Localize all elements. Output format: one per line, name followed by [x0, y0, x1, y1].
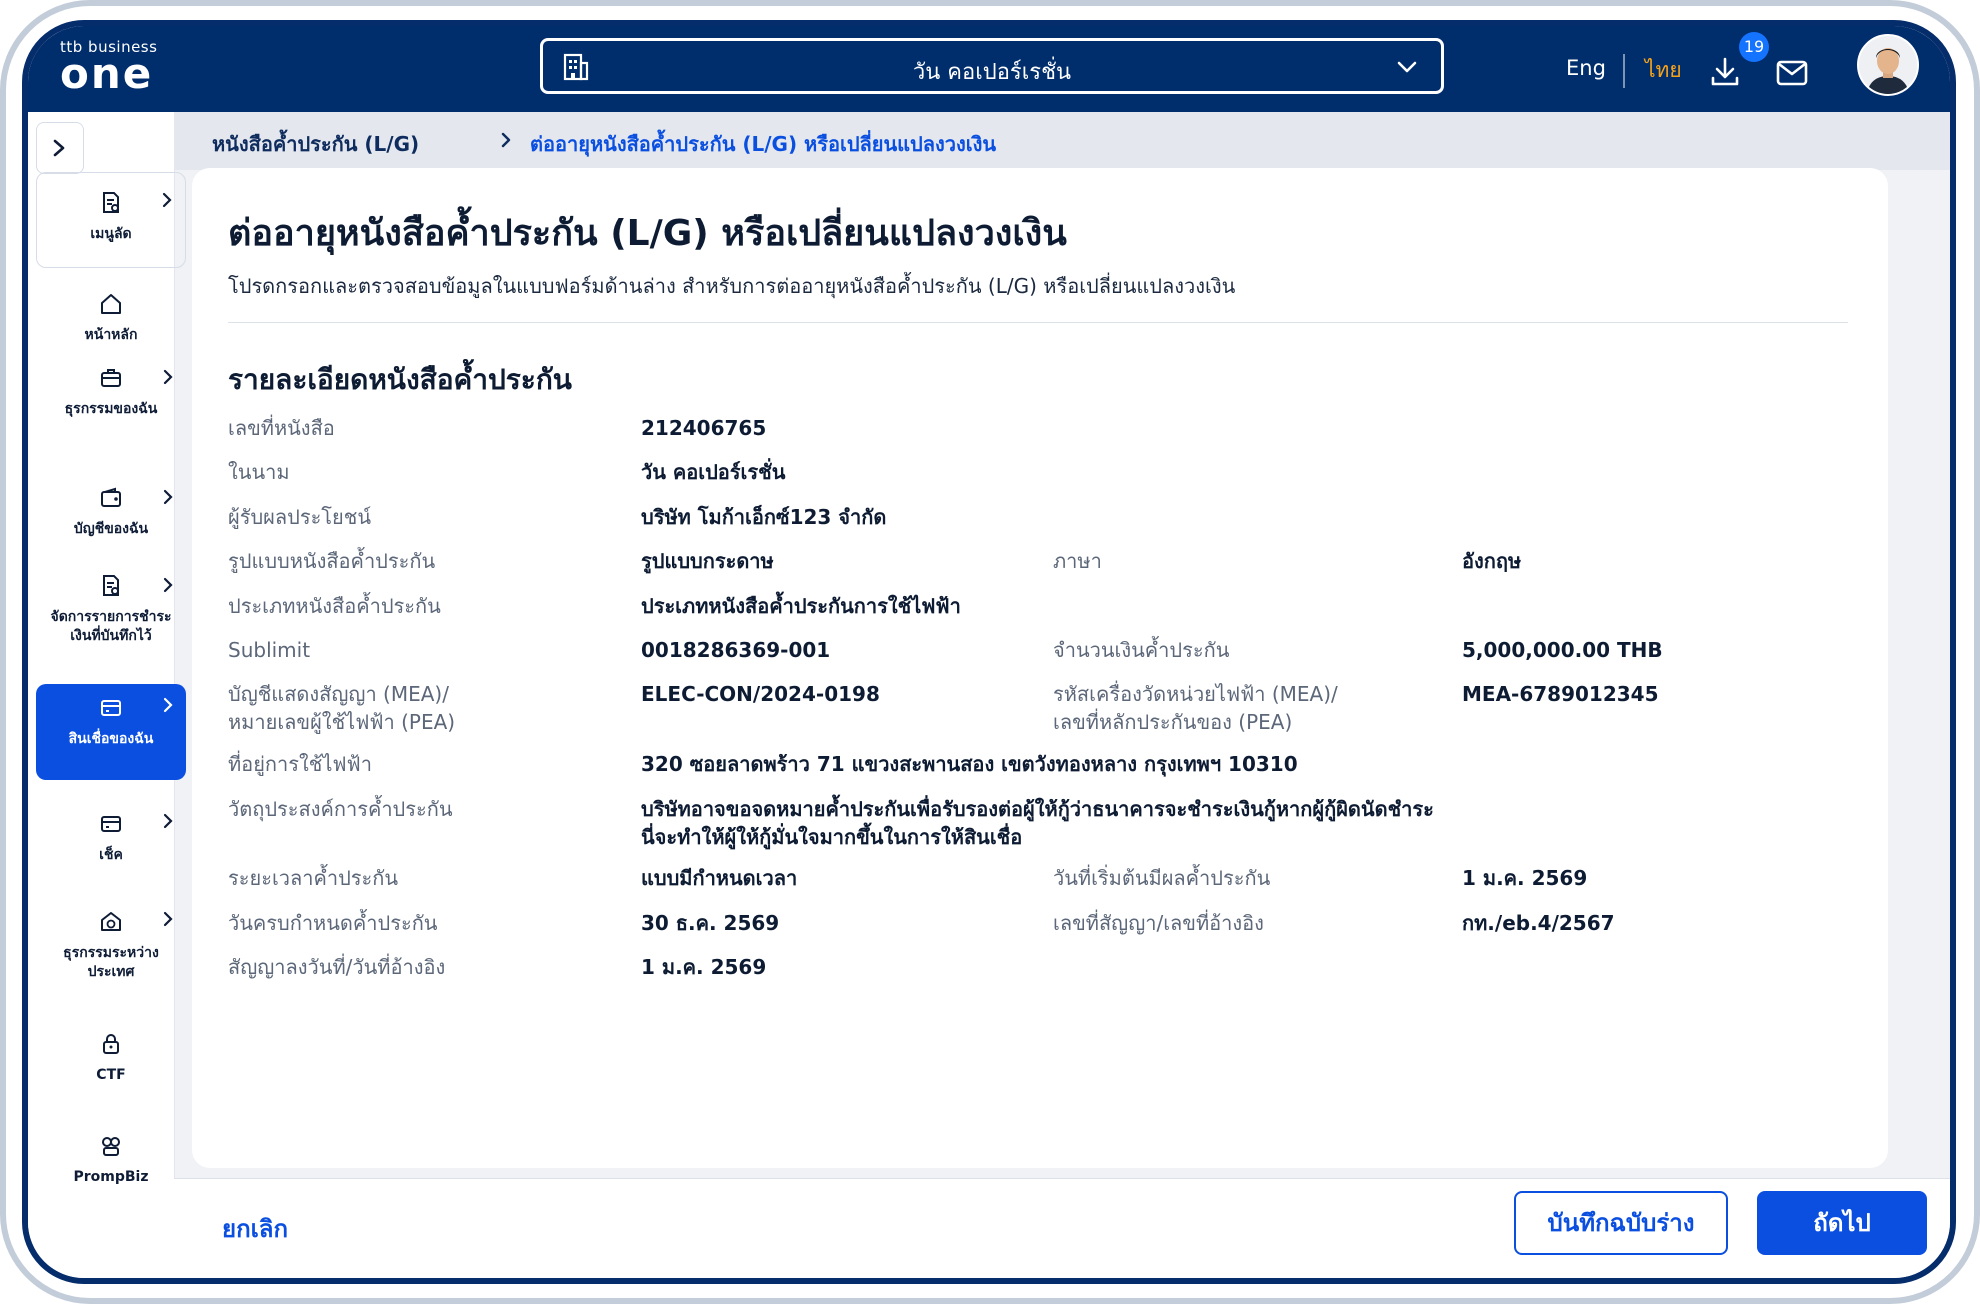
contract-account-label-line2: หมายเลขผู้ใช้ไฟฟ้า (PEA): [228, 710, 456, 734]
reference-label: เลขที่สัญญา/เลขที่อ้างอิง: [1053, 911, 1264, 935]
language-value: อังกฤษ: [1462, 549, 1522, 573]
logo[interactable]: ttb business one: [60, 38, 157, 98]
address-label: ที่อยู่การใช้ไฟฟ้า: [228, 752, 372, 776]
end-date-label: วันครบกำหนดค้ำประกัน: [228, 911, 438, 935]
sign-date-value: 1 ม.ค. 2569: [641, 955, 767, 979]
top-header: ttb business one วัน คอเปอร์เรชั่น Eng ไ…: [28, 26, 1950, 112]
section-title: รายละเอียดหนังสือค้ำประกัน: [228, 363, 572, 396]
contract-account-label-line1: บัญชีแสดงสัญญา (MEA)/: [228, 682, 449, 706]
sign-date-label: สัญญาลงวันที่/วันที่อ้างอิง: [228, 955, 446, 979]
download-count-badge: 19: [1739, 32, 1769, 62]
end-date-value: 30 ธ.ค. 2569: [641, 911, 780, 935]
sidebar: เมนูลัด หน้าหลัก ธุรกรรมของฉัน บัญชีของฉ…: [28, 112, 186, 1278]
sidebar-item-label: จัดการรายการชำระเงินที่บันทึกไว้: [50, 609, 172, 644]
on-behalf-label: ในนาม: [228, 460, 290, 484]
breadcrumb: หนังสือค้ำประกัน (L/G) ต่ออายุหนังสือค้ำ…: [174, 112, 1950, 170]
period-label: ระยะเวลาค้ำประกัน: [228, 866, 399, 890]
save-draft-button[interactable]: บันทึกฉบับร่าง: [1514, 1191, 1728, 1255]
purpose-value: บริษัทอาจขอจดหมายค้ำประกันเพื่อรับรองต่อ…: [641, 795, 1434, 851]
language-label: ภาษา: [1053, 549, 1102, 573]
type-value: ประเภทหนังสือค้ำประกันการใช้ไฟฟ้า: [641, 594, 961, 618]
meter-label-line2: เลขที่หลักประกันของ (PEA): [1053, 710, 1293, 734]
lang-thai-link[interactable]: ไทย: [1645, 54, 1682, 87]
footer-actions: ยกเลิก บันทึกฉบับร่าง ถัดไป: [174, 1178, 1950, 1278]
sidebar-item-accounts[interactable]: บัญชีของฉัน: [36, 476, 186, 556]
sidebar-item-label: CTF: [96, 1067, 126, 1083]
sidebar-item-label: สินเชื่อของฉัน: [68, 731, 154, 747]
meter-value: MEA-6789012345: [1462, 682, 1659, 706]
chevron-right-icon: [162, 488, 174, 510]
chevron-right-icon: [162, 812, 174, 834]
sidebar-item-label: บัญชีของฉัน: [73, 521, 149, 537]
format-value: รูปแบบกระดาษ: [641, 549, 774, 573]
period-value: แบบมีกำหนดเวลา: [641, 866, 798, 890]
meter-label: รหัสเครื่องวัดหน่วยไฟฟ้า (MEA)/ เลขที่หล…: [1053, 680, 1338, 736]
lang-eng-link[interactable]: Eng: [1566, 56, 1606, 80]
cancel-button[interactable]: ยกเลิก: [222, 1209, 288, 1248]
divider: [228, 322, 1848, 323]
sidebar-item-ctf[interactable]: CTF: [36, 1022, 186, 1092]
sidebar-item-saved-payments[interactable]: จัดการรายการชำระเงินที่บันทึกไว้: [36, 564, 186, 682]
sublimit-label: Sublimit: [228, 638, 311, 662]
sidebar-item-label: ธุรกรรมระหว่างประเทศ: [63, 945, 159, 980]
chevron-right-icon: [162, 696, 174, 718]
start-date-label: วันที่เริ่มต้นมีผลค้ำประกัน: [1053, 866, 1271, 890]
lock-icon: [36, 1032, 186, 1060]
chevron-right-icon: [162, 576, 174, 598]
meter-label-line1: รหัสเครื่องวัดหน่วยไฟฟ้า (MEA)/: [1053, 682, 1338, 706]
chevron-down-icon: [1395, 55, 1419, 83]
sidebar-item-label: เมนูลัด: [90, 226, 132, 242]
chevron-right-icon: [162, 910, 174, 932]
main-card: ต่ออายุหนังสือค้ำประกัน (L/G) หรือเปลี่ย…: [192, 168, 1888, 1168]
beneficiary-label: ผู้รับผลประโยชน์: [228, 505, 372, 529]
sidebar-item-label: หน้าหลัก: [84, 327, 138, 343]
sidebar-item-shortcut[interactable]: เมนูลัด: [36, 172, 186, 268]
format-label: รูปแบบหนังสือค้ำประกัน: [228, 549, 436, 573]
type-label: ประเภทหนังสือค้ำประกัน: [228, 594, 441, 618]
address-value: 320 ซอยลาดพร้าว 71 แขวงสะพานสอง เขตวังทอ…: [641, 752, 1298, 776]
contract-account-value: ELEC-CON/2024-0198: [641, 682, 880, 706]
next-button[interactable]: ถัดไป: [1757, 1191, 1927, 1255]
on-behalf-value: วัน คอเปอร์เรชั่น: [641, 460, 786, 484]
chevron-right-icon: [162, 368, 174, 390]
amount-value: 5,000,000.00 THB: [1462, 638, 1663, 662]
chevron-right-icon: [500, 130, 512, 154]
start-date-value: 1 ม.ค. 2569: [1462, 866, 1588, 890]
lang-divider: [1623, 54, 1625, 88]
sidebar-item-loans[interactable]: สินเชื่อของฉัน: [36, 684, 186, 780]
sidebar-item-label: ธุรกรรมของฉัน: [64, 401, 158, 417]
reference-value: กท./eb.4/2567: [1462, 911, 1615, 935]
prompbiz-icon: [36, 1134, 186, 1162]
sidebar-item-cheque[interactable]: เช็ค: [36, 804, 186, 884]
chevron-right-icon: [161, 191, 173, 213]
breadcrumb-parent-link[interactable]: หนังสือค้ำประกัน (L/G): [212, 128, 419, 160]
amount-label: จำนวนเงินค้ำประกัน: [1053, 638, 1230, 662]
beneficiary-value: บริษัท โมก้าเอ็กซ์123 จำกัด: [641, 505, 887, 529]
purpose-value-line2: นี่จะทำให้ผู้ให้กู้มั่นใจมากขึ้นในการให้…: [641, 825, 1023, 849]
contract-account-label: บัญชีแสดงสัญญา (MEA)/ หมายเลขผู้ใช้ไฟฟ้า…: [228, 680, 455, 736]
breadcrumb-current: ต่ออายุหนังสือค้ำประกัน (L/G) หรือเปลี่ย…: [530, 132, 997, 156]
lg-number-value: 212406765: [641, 416, 767, 440]
mail-icon[interactable]: [1776, 60, 1808, 90]
company-name: วัน คอเปอร์เรชั่น: [912, 60, 1072, 85]
sidebar-item-home[interactable]: หน้าหลัก: [36, 282, 186, 362]
sidebar-item-transactions[interactable]: ธุรกรรมของฉัน: [36, 356, 186, 456]
app-window: ttb business one วัน คอเปอร์เรชั่น Eng ไ…: [22, 20, 1956, 1284]
avatar[interactable]: [1857, 34, 1919, 96]
sublimit-value: 0018286369-001: [641, 638, 831, 662]
sidebar-item-prompbiz[interactable]: PrompBiz: [36, 1122, 186, 1202]
logo-big-text: one: [60, 49, 154, 98]
page-title: ต่ออายุหนังสือค้ำประกัน (L/G) หรือเปลี่ย…: [228, 213, 1067, 254]
home-icon: [36, 292, 186, 320]
download-icon[interactable]: [1710, 56, 1740, 92]
sidebar-expand-button[interactable]: [36, 122, 84, 174]
sidebar-item-label: เช็ค: [99, 847, 123, 863]
company-selector[interactable]: วัน คอเปอร์เรชั่น: [540, 38, 1444, 94]
sidebar-item-international[interactable]: ธุรกรรมระหว่างประเทศ: [36, 902, 186, 1002]
purpose-label: วัตถุประสงค์การค้ำประกัน: [228, 797, 453, 821]
sidebar-item-label: PrompBiz: [73, 1169, 149, 1185]
page-subtitle: โปรดกรอกและตรวจสอบข้อมูลในแบบฟอร์มด้านล่…: [228, 274, 1236, 298]
lg-number-label: เลขที่หนังสือ: [228, 416, 335, 440]
purpose-value-line1: บริษัทอาจขอจดหมายค้ำประกันเพื่อรับรองต่อ…: [641, 797, 1434, 821]
